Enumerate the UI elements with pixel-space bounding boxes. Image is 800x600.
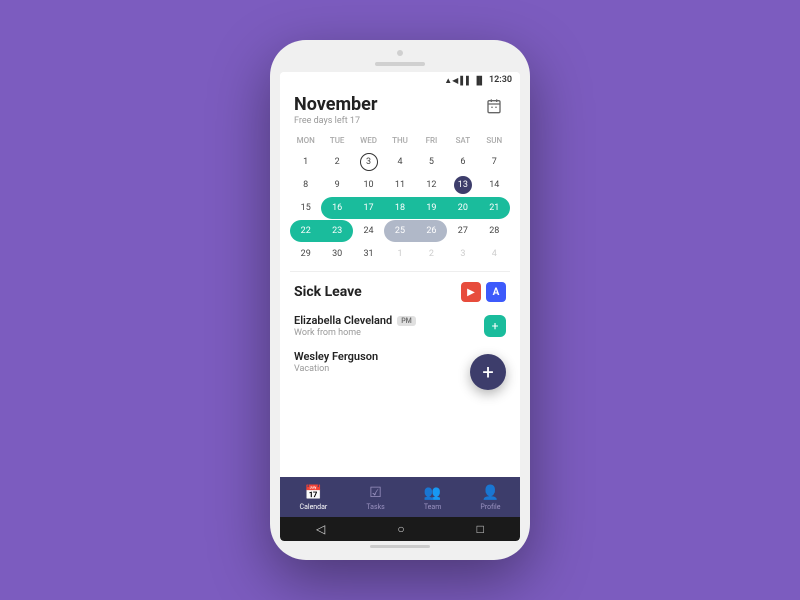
- person-name-elizabella: Elizabella Cleveland PM: [294, 314, 416, 327]
- phone-screen: ▲◀ ▌▌ ▐▌ 12:30 November Free days left 1…: [280, 72, 520, 541]
- sick-leave-actions: ▶ A: [461, 282, 506, 302]
- cal-day-22[interactable]: 22: [290, 220, 321, 242]
- spacer: [280, 380, 520, 477]
- day-wed: WED: [353, 134, 384, 147]
- android-nav-bar: ◁ ○ □: [280, 517, 520, 541]
- day-thu: THU: [384, 134, 415, 147]
- calendar-grid: MON TUE WED THU FRI SAT SUN 1 2 3 4 5 6 …: [280, 130, 520, 271]
- days-header: MON TUE WED THU FRI SAT SUN: [290, 134, 510, 147]
- cal-day-4[interactable]: 4: [384, 151, 415, 173]
- cal-day-18[interactable]: 18: [384, 197, 415, 219]
- cal-day-26[interactable]: 26: [416, 220, 447, 242]
- cal-day-12[interactable]: 12: [416, 174, 447, 196]
- cal-day-next-1: 1: [384, 243, 415, 265]
- day-tue: TUE: [321, 134, 352, 147]
- nav-calendar[interactable]: 📅 Calendar: [300, 485, 328, 511]
- cal-day-14[interactable]: 14: [479, 174, 510, 196]
- nav-profile[interactable]: 👤 Profile: [480, 485, 500, 511]
- cal-day-23[interactable]: 23: [321, 220, 352, 242]
- nav-tasks[interactable]: ☑ Tasks: [366, 485, 384, 511]
- free-days: Free days left 17: [294, 116, 377, 126]
- month-title: November: [294, 94, 377, 115]
- cal-day-next-2: 2: [416, 243, 447, 265]
- bottom-nav: 📅 Calendar ☑ Tasks 👥 Team 👤 Profile: [280, 477, 520, 517]
- sick-leave-profile-icon[interactable]: A: [486, 282, 506, 302]
- cal-day-next-4: 4: [479, 243, 510, 265]
- cal-day-next-3: 3: [447, 243, 478, 265]
- cal-day-3[interactable]: 3: [353, 151, 384, 173]
- team-nav-icon: 👥: [424, 485, 441, 501]
- profile-nav-label: Profile: [480, 503, 500, 511]
- day-sat: SAT: [447, 134, 478, 147]
- cal-day-29[interactable]: 29: [290, 243, 321, 265]
- home-button[interactable]: ○: [397, 522, 404, 536]
- team-nav-label: Team: [424, 503, 442, 511]
- person-info-elizabella: Elizabella Cleveland PM Work from home: [294, 314, 416, 338]
- phone-camera: [397, 50, 403, 56]
- cal-day-21[interactable]: 21: [479, 197, 510, 219]
- cal-day-8[interactable]: 8: [290, 174, 321, 196]
- phone-device: ▲◀ ▌▌ ▐▌ 12:30 November Free days left 1…: [270, 40, 530, 560]
- wifi-icon: ▌▌: [460, 76, 471, 85]
- cal-day-7[interactable]: 7: [479, 151, 510, 173]
- cal-day-16[interactable]: 16: [321, 197, 352, 219]
- cal-day-27[interactable]: 27: [447, 220, 478, 242]
- phone-home-bar: [370, 545, 430, 548]
- cal-day-19[interactable]: 19: [416, 197, 447, 219]
- tasks-nav-icon: ☑: [369, 485, 382, 501]
- day-fri: FRI: [416, 134, 447, 147]
- signal-icon: ▲◀: [444, 76, 458, 85]
- list-item-elizabella: Elizabella Cleveland PM Work from home +: [280, 308, 520, 344]
- month-info: November Free days left 17: [294, 94, 377, 126]
- person-sub-elizabella: Work from home: [294, 328, 416, 338]
- calendar-nav-icon: 📅: [305, 485, 322, 501]
- battery-icon: ▐▌: [474, 76, 485, 85]
- cal-day-25[interactable]: 25: [384, 220, 415, 242]
- sick-leave-header: Sick Leave ▶ A: [280, 272, 520, 308]
- person-sub-wesley: Vacation: [294, 364, 378, 374]
- cal-day-13[interactable]: 13: [447, 174, 478, 196]
- sick-leave-title: Sick Leave: [294, 284, 362, 300]
- day-mon: MON: [290, 134, 321, 147]
- back-button[interactable]: ◁: [316, 522, 325, 536]
- sick-leave-video-icon[interactable]: ▶: [461, 282, 481, 302]
- cal-day-17[interactable]: 17: [353, 197, 384, 219]
- list-item-wesley-container: Wesley Ferguson Vacation +: [280, 344, 520, 380]
- calendar-header: November Free days left 17: [280, 86, 520, 130]
- calendar-nav-label: Calendar: [300, 503, 328, 511]
- status-time: 12:30: [489, 75, 512, 85]
- calendar-dates: 1 2 3 4 5 6 7 8 9 10 11 12 13 14 15 16 1…: [290, 151, 510, 265]
- cal-day-9[interactable]: 9: [321, 174, 352, 196]
- recent-button[interactable]: □: [477, 522, 484, 536]
- cal-day-20[interactable]: 20: [447, 197, 478, 219]
- fab-button[interactable]: +: [470, 354, 506, 390]
- cal-day-15[interactable]: 15: [290, 197, 321, 219]
- add-action-elizabella[interactable]: +: [484, 315, 506, 337]
- cal-day-1[interactable]: 1: [290, 151, 321, 173]
- cal-day-6[interactable]: 6: [447, 151, 478, 173]
- calendar-action-icon[interactable]: [482, 94, 506, 118]
- nav-team[interactable]: 👥 Team: [424, 485, 442, 511]
- cal-day-24[interactable]: 24: [353, 220, 384, 242]
- cal-day-30[interactable]: 30: [321, 243, 352, 265]
- cal-day-2[interactable]: 2: [321, 151, 352, 173]
- cal-day-28[interactable]: 28: [479, 220, 510, 242]
- phone-speaker: [375, 62, 425, 66]
- profile-nav-icon: 👤: [482, 485, 499, 501]
- status-bar: ▲◀ ▌▌ ▐▌ 12:30: [280, 72, 520, 86]
- person-name-wesley: Wesley Ferguson: [294, 350, 378, 363]
- status-icons: ▲◀ ▌▌ ▐▌: [444, 76, 485, 85]
- cal-day-31[interactable]: 31: [353, 243, 384, 265]
- cal-day-5[interactable]: 5: [416, 151, 447, 173]
- day-sun: SUN: [479, 134, 510, 147]
- cal-day-10[interactable]: 10: [353, 174, 384, 196]
- tasks-nav-label: Tasks: [366, 503, 384, 511]
- cal-day-11[interactable]: 11: [384, 174, 415, 196]
- person-info-wesley: Wesley Ferguson Vacation: [294, 350, 378, 374]
- badge-pm: PM: [397, 316, 416, 326]
